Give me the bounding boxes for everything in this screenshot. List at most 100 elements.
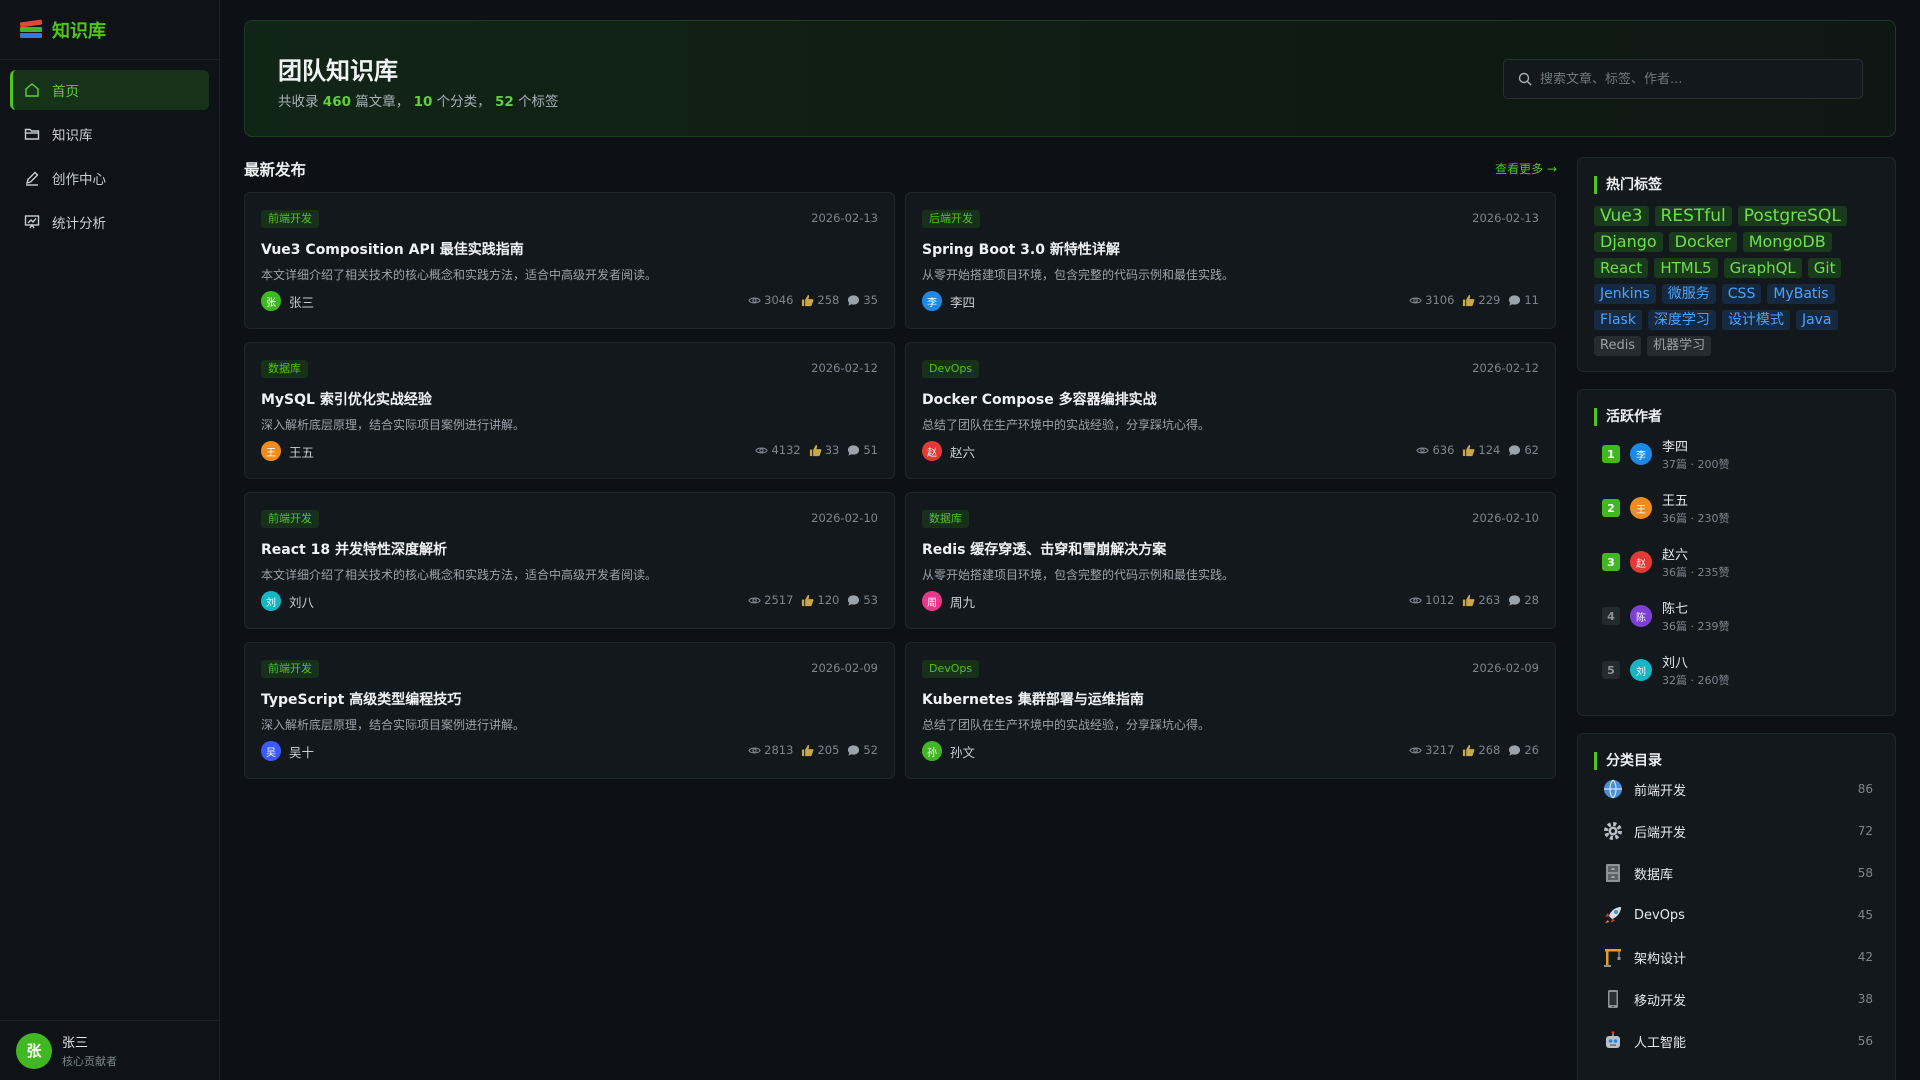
- article-title[interactable]: Redis 缓存穿透、击穿和雪崩解决方案: [922, 539, 1166, 559]
- current-user[interactable]: 张 张三 核心贡献者: [0, 1020, 219, 1080]
- hot-tag[interactable]: Redis: [1594, 336, 1642, 356]
- like-count: 120: [801, 593, 839, 607]
- article-title[interactable]: Vue3 Composition API 最佳实践指南: [261, 239, 524, 259]
- hot-tag[interactable]: GraphQL: [1723, 258, 1802, 278]
- views-value: 1012: [1425, 593, 1455, 607]
- article-card[interactable]: 前端开发 2026-02-09 TypeScript 高级类型编程技巧 深入解析…: [244, 642, 895, 779]
- category-tag[interactable]: 前端开发: [261, 510, 319, 528]
- category-tag[interactable]: 后端开发: [922, 210, 980, 228]
- hot-tag[interactable]: HTML5: [1654, 258, 1718, 278]
- author[interactable]: 李 李四: [922, 291, 975, 311]
- article-stats: 2517 120 53: [740, 593, 878, 607]
- author-meta: 36篇 · 239赞: [1662, 620, 1730, 633]
- nav-item-knowledge[interactable]: 知识库: [10, 114, 209, 154]
- hot-tag[interactable]: MyBatis: [1767, 284, 1835, 304]
- author[interactable]: 孙 孙文: [922, 741, 975, 761]
- article-stats: 3106 229 11: [1401, 293, 1539, 307]
- article-summary: 从零开始搭建项目环境，包含完整的代码示例和最佳实践。: [922, 268, 1235, 282]
- nav-item-create[interactable]: 创作中心: [10, 158, 209, 198]
- nav-item-home[interactable]: 首页: [10, 70, 209, 110]
- hot-tag[interactable]: Vue3: [1594, 206, 1649, 226]
- hot-tag[interactable]: 设计模式: [1721, 310, 1790, 330]
- author[interactable]: 王 王五: [261, 441, 314, 461]
- article-card[interactable]: 前端开发 2026-02-13 Vue3 Composition API 最佳实…: [244, 192, 895, 329]
- author-row[interactable]: 5 刘 刘八 32篇 · 260赞: [1602, 650, 1729, 690]
- avatar: 张: [261, 291, 281, 311]
- category-tag[interactable]: DevOps: [922, 660, 980, 678]
- category-item[interactable]: DevOps 45: [1602, 894, 1873, 936]
- hot-tag[interactable]: Flask: [1594, 310, 1642, 330]
- article-card[interactable]: 后端开发 2026-02-13 Spring Boot 3.0 新特性详解 从零…: [905, 192, 1556, 329]
- comments-value: 35: [863, 293, 878, 307]
- hot-tag[interactable]: RESTful: [1654, 206, 1732, 226]
- category-tag[interactable]: 数据库: [922, 510, 969, 528]
- article-card[interactable]: DevOps 2026-02-12 Docker Compose 多容器编排实战…: [905, 342, 1556, 479]
- category-tag[interactable]: 前端开发: [261, 660, 319, 678]
- thumbs-up-icon: [1463, 744, 1475, 756]
- eye-icon: [748, 297, 761, 303]
- author-row[interactable]: 2 王 王五 36篇 · 230赞: [1602, 488, 1729, 528]
- hot-tag[interactable]: Docker: [1668, 232, 1737, 252]
- author[interactable]: 张 张三: [261, 291, 314, 311]
- hot-tag[interactable]: Git: [1807, 258, 1842, 278]
- author-row[interactable]: 3 赵 赵六 36篇 · 235赞: [1602, 542, 1729, 582]
- hot-tag[interactable]: 机器学习: [1647, 336, 1712, 356]
- category-item[interactable]: 后端开发 72: [1602, 810, 1873, 852]
- category-item[interactable]: 移动开发 38: [1602, 978, 1873, 1020]
- category-tag[interactable]: 前端开发: [261, 210, 319, 228]
- hot-tag[interactable]: Jenkins: [1594, 284, 1656, 304]
- category-count: 42: [1857, 950, 1873, 964]
- author-row[interactable]: 1 李 李四 37篇 · 200赞: [1602, 434, 1729, 474]
- article-title[interactable]: MySQL 索引优化实战经验: [261, 389, 432, 409]
- category-item[interactable]: 数据库 58: [1602, 852, 1873, 894]
- hot-tag[interactable]: 微服务: [1661, 284, 1716, 304]
- tag-cloud: Vue3 RESTful PostgreSQL Django Docker MongoDB…: [1594, 206, 1886, 362]
- hot-tag[interactable]: Django: [1594, 232, 1663, 252]
- article-title[interactable]: Kubernetes 集群部署与运维指南: [922, 689, 1144, 709]
- category-tag[interactable]: DevOps: [922, 360, 980, 378]
- hot-tag[interactable]: CSS: [1721, 284, 1762, 304]
- article-card[interactable]: 数据库 2026-02-12 MySQL 索引优化实战经验 深入解析底层原理，结…: [244, 342, 895, 479]
- category-tag[interactable]: 数据库: [261, 360, 308, 378]
- likes-value: 229: [1478, 293, 1501, 307]
- comment-count: 62: [1508, 443, 1539, 457]
- publish-date: 2026-02-10: [1472, 511, 1539, 525]
- article-card[interactable]: 前端开发 2026-02-10 React 18 并发特性深度解析 本文详细介绍…: [244, 492, 895, 629]
- search-input[interactable]: [1540, 71, 1860, 87]
- latest-header: 最新发布 查看更多 →: [244, 158, 1557, 180]
- article-title[interactable]: Docker Compose 多容器编排实战: [922, 389, 1157, 409]
- category-item[interactable]: 架构设计 42: [1602, 936, 1873, 978]
- author[interactable]: 吴 吴十: [261, 741, 314, 761]
- category-item[interactable]: 人工智能 56: [1602, 1020, 1873, 1062]
- hot-tag[interactable]: Java: [1795, 310, 1838, 330]
- panel-title: 活跃作者: [1594, 408, 1662, 426]
- view-more-link[interactable]: 查看更多 →: [1495, 160, 1557, 177]
- like-count: 229: [1462, 293, 1500, 307]
- hot-tag[interactable]: MongoDB: [1742, 232, 1832, 252]
- article-card[interactable]: DevOps 2026-02-09 Kubernetes 集群部署与运维指南 总…: [905, 642, 1556, 779]
- nav-item-stats[interactable]: 统计分析: [10, 202, 209, 242]
- hot-tag[interactable]: React: [1594, 258, 1649, 278]
- category-item[interactable]: 前端开发 86: [1602, 768, 1873, 810]
- author[interactable]: 周 周九: [922, 591, 975, 611]
- tag-unit: 个标签: [518, 94, 559, 110]
- article-title[interactable]: React 18 并发特性深度解析: [261, 539, 447, 559]
- like-count: 205: [801, 743, 839, 757]
- brand[interactable]: 知识库: [0, 0, 219, 60]
- article-title[interactable]: TypeScript 高级类型编程技巧: [261, 689, 461, 709]
- article-card[interactable]: 数据库 2026-02-10 Redis 缓存穿透、击穿和雪崩解决方案 从零开始…: [905, 492, 1556, 629]
- comment-icon: [1509, 294, 1521, 306]
- author-row[interactable]: 4 陈 陈七 36篇 · 239赞: [1602, 596, 1729, 636]
- hot-tag[interactable]: PostgreSQL: [1737, 206, 1847, 226]
- author[interactable]: 刘 刘八: [261, 591, 314, 611]
- view-count: 3046: [748, 293, 793, 307]
- search-icon: [1518, 72, 1532, 86]
- author[interactable]: 赵 赵六: [922, 441, 975, 461]
- like-count: 263: [1462, 593, 1500, 607]
- article-title[interactable]: Spring Boot 3.0 新特性详解: [922, 239, 1120, 259]
- search-box[interactable]: [1503, 59, 1863, 99]
- hot-tag[interactable]: 深度学习: [1647, 310, 1716, 330]
- comments-value: 11: [1524, 293, 1539, 307]
- views-value: 3106: [1425, 293, 1455, 307]
- publish-date: 2026-02-09: [1472, 661, 1539, 675]
